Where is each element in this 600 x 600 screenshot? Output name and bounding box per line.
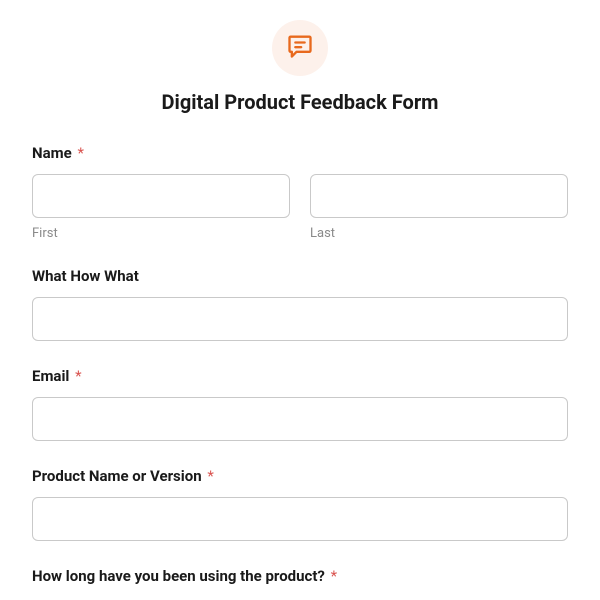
- label-email-text: Email: [32, 367, 69, 385]
- name-first-col: First: [32, 174, 290, 241]
- required-star: *: [75, 367, 81, 385]
- last-name-sublabel: Last: [310, 226, 568, 241]
- chat-icon: [286, 32, 314, 64]
- label-product: Product Name or Version *: [32, 467, 568, 485]
- feedback-form: Digital Product Feedback Form Name * Fir…: [0, 0, 600, 585]
- first-name-input[interactable]: [32, 174, 290, 218]
- field-what: What How What: [32, 267, 568, 341]
- label-what: What How What: [32, 267, 568, 285]
- label-what-text: What How What: [32, 267, 139, 285]
- required-star: *: [77, 144, 83, 162]
- email-input[interactable]: [32, 397, 568, 441]
- label-email: Email *: [32, 367, 568, 385]
- name-last-col: Last: [310, 174, 568, 241]
- last-name-input[interactable]: [310, 174, 568, 218]
- what-input[interactable]: [32, 297, 568, 341]
- field-name: Name * First Last: [32, 144, 568, 241]
- form-title: Digital Product Feedback Form: [32, 90, 568, 114]
- required-star: *: [331, 567, 337, 585]
- label-duration-text: How long have you been using the product…: [32, 567, 325, 585]
- label-duration: How long have you been using the product…: [32, 567, 568, 585]
- field-email: Email *: [32, 367, 568, 441]
- first-name-sublabel: First: [32, 226, 290, 241]
- icon-circle: [272, 20, 328, 76]
- required-star: *: [207, 467, 213, 485]
- label-name-text: Name: [32, 144, 72, 162]
- icon-wrapper: [32, 20, 568, 76]
- product-input[interactable]: [32, 497, 568, 541]
- field-product: Product Name or Version *: [32, 467, 568, 541]
- name-row: First Last: [32, 174, 568, 241]
- label-name: Name *: [32, 144, 568, 162]
- field-duration: How long have you been using the product…: [32, 567, 568, 585]
- label-product-text: Product Name or Version: [32, 467, 202, 485]
